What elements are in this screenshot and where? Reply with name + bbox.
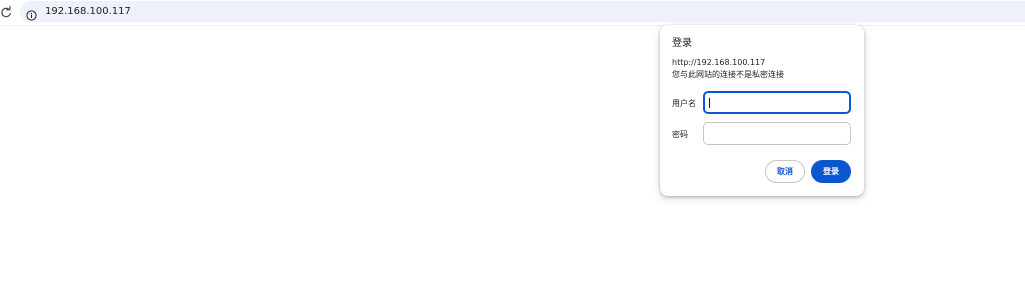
reload-icon[interactable] — [0, 5, 12, 19]
password-field[interactable] — [703, 122, 851, 145]
auth-dialog: 登录 http://192.168.100.117 您与此网站的连接不是私密连接… — [660, 25, 864, 196]
username-field[interactable] — [703, 91, 851, 114]
password-label: 密码 — [672, 130, 688, 139]
address-bar[interactable]: 192.168.100.117 — [20, 1, 1025, 22]
dialog-title: 登录 — [672, 38, 692, 49]
info-icon[interactable] — [26, 6, 37, 21]
dialog-origin: http://192.168.100.117 — [672, 58, 766, 67]
text-caret — [709, 98, 710, 108]
cancel-button[interactable]: 取消 — [765, 160, 805, 183]
toolbar-divider — [0, 25, 1025, 26]
username-label: 用户名 — [672, 99, 696, 108]
connection-warning: 您与此网站的连接不是私密连接 — [672, 70, 784, 79]
browser-toolbar: 192.168.100.117 — [0, 0, 1025, 25]
url-text[interactable]: 192.168.100.117 — [45, 4, 131, 19]
login-button[interactable]: 登录 — [811, 160, 851, 183]
